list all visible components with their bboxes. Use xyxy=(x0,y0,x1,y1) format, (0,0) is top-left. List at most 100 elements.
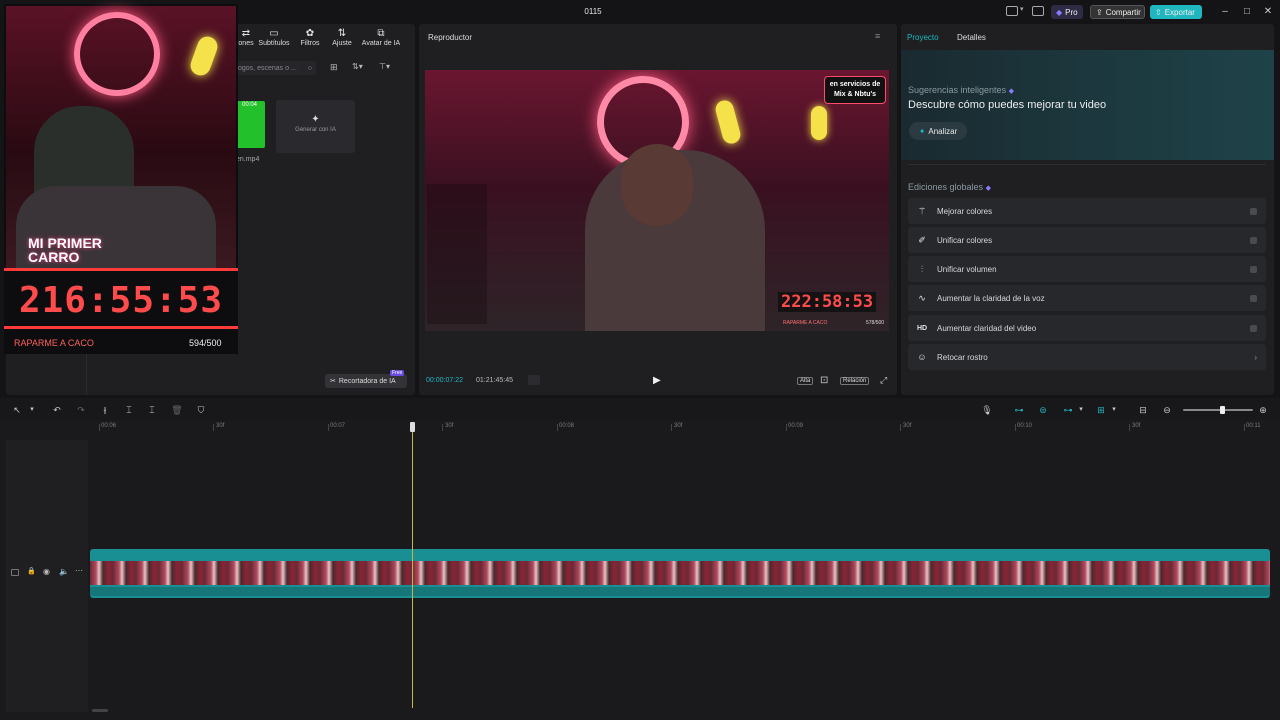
clip-thumbnails xyxy=(90,561,1270,585)
track-header-column xyxy=(6,440,88,712)
fullscreen-icon[interactable]: ⤢ xyxy=(880,375,887,386)
trim-left-icon[interactable]: ⌶ xyxy=(123,404,135,416)
export-button[interactable]: ⇧ Exportar xyxy=(1150,5,1202,19)
layout-icon[interactable] xyxy=(1006,6,1018,16)
generate-ai-card[interactable]: ✦ Generar con IA xyxy=(276,100,355,153)
chevron-down-icon[interactable]: ▾ xyxy=(26,404,38,416)
search-input[interactable]: ogos, escenas o ... ○ xyxy=(234,61,316,75)
volume-bars-icon: ⫶ xyxy=(920,263,924,274)
global-edit-unify-volume[interactable]: ⫶ Unificar volumen xyxy=(908,256,1266,282)
toggle[interactable] xyxy=(1250,207,1257,215)
horizontal-scrollbar[interactable] xyxy=(92,709,108,712)
undo-icon[interactable]: ↶ xyxy=(51,404,63,416)
tab-details[interactable]: Detalles xyxy=(957,33,986,42)
pro-button[interactable]: ◆ Pro xyxy=(1051,5,1083,19)
cursor-icon[interactable]: ↖ xyxy=(11,404,23,416)
ruler-tick xyxy=(786,424,787,431)
preview-axis-icon[interactable]: ⊞ xyxy=(1095,404,1107,416)
ruler-tick xyxy=(442,424,443,431)
chevron-down-icon[interactable]: ▾ xyxy=(1075,404,1087,416)
chevron-down-icon[interactable]: ▾ xyxy=(1020,5,1024,13)
track-cover-icon[interactable] xyxy=(11,569,19,576)
tab-ai-avatar[interactable]: ⧉ Avatar de IA xyxy=(356,28,406,47)
play-icon[interactable]: ▶ xyxy=(653,375,661,386)
menu-icon[interactable]: ≡ xyxy=(875,31,880,41)
tab-project[interactable]: Proyecto xyxy=(907,33,939,42)
timeline-toolbar xyxy=(0,398,1280,420)
magnet-link-icon[interactable]: ⊶ xyxy=(1013,404,1025,416)
lock-icon[interactable]: 🔒 xyxy=(27,567,36,575)
video-neon-banana xyxy=(713,98,743,146)
color-match-icon: ✐ xyxy=(918,234,926,245)
video-goal-label: RAPARME A CACO xyxy=(783,320,828,326)
toggle[interactable] xyxy=(1250,294,1257,302)
quality-button[interactable]: Alta xyxy=(797,377,814,385)
toggle[interactable] xyxy=(1250,236,1257,244)
global-edit-retouch-face[interactable]: ☺ Retocar rostro › xyxy=(908,344,1266,370)
screenshot-icon[interactable]: ⊡ xyxy=(820,375,828,386)
sort-icon[interactable]: ⇅▾ xyxy=(352,62,363,71)
global-edit-voice-clarity[interactable]: ∿ Aumentar la claridad de la voz xyxy=(908,285,1266,311)
toggle[interactable] xyxy=(1250,324,1257,332)
link-clips-icon[interactable]: ⊶ xyxy=(1062,404,1074,416)
global-edit-video-clarity[interactable]: HD Aumentar claridad del video xyxy=(908,315,1266,341)
diamond-icon: ◆ xyxy=(985,185,991,192)
global-edit-unify-colors[interactable]: ✐ Unificar colores xyxy=(908,227,1266,253)
zoom-out-icon[interactable]: ⊖ xyxy=(1161,404,1173,416)
grid-view-icon[interactable]: ⊞ xyxy=(330,62,338,73)
ruler-label: 30f xyxy=(216,423,225,429)
ruler-label: 00:07 xyxy=(330,423,346,429)
chevron-down-icon[interactable]: ▾ xyxy=(1108,404,1120,416)
keyboard-icon[interactable] xyxy=(1032,6,1044,16)
overlay-timer: 216:55:53 xyxy=(18,280,224,321)
shield-icon[interactable]: ⛉ xyxy=(195,404,207,416)
split-icon[interactable]: ⫲ xyxy=(99,404,111,416)
ai-avatar-icon: ⧉ xyxy=(377,28,385,39)
trim-right-icon[interactable]: ⌶ xyxy=(146,404,158,416)
diamond-icon: ◆ xyxy=(1056,7,1063,17)
caption-icon[interactable]: ⊟ xyxy=(1137,404,1149,416)
section-divider xyxy=(908,164,1266,165)
neon-banana xyxy=(187,33,221,79)
overlay-divider xyxy=(4,268,238,271)
ruler-label: 30f xyxy=(445,423,454,429)
analyze-button[interactable]: ✦ Analizar xyxy=(909,122,967,140)
global-edit-enhance-colors[interactable]: ⚚ Mejorar colores xyxy=(908,198,1266,224)
ruler-label: 30f xyxy=(903,423,912,429)
delete-icon[interactable]: 🗑 xyxy=(171,404,183,416)
upload-icon: ⇧ xyxy=(1155,7,1162,17)
auto-snap-icon[interactable]: ⊜ xyxy=(1037,404,1049,416)
clip-duration: 00:04 xyxy=(242,102,258,108)
stream-overlay: MI PRIMER CARRO 216:55:53 RAPARME A CACO… xyxy=(4,4,238,354)
more-icon[interactable]: ⋯ xyxy=(75,566,83,575)
close-icon[interactable]: ✕ xyxy=(1261,5,1275,19)
timeline-view-icon[interactable] xyxy=(528,375,540,385)
maximize-icon[interactable]: □ xyxy=(1240,5,1254,19)
video-timer: 222:58:53 xyxy=(778,292,877,312)
minimize-icon[interactable]: – xyxy=(1218,5,1232,19)
redo-icon[interactable]: ↷ xyxy=(75,404,87,416)
playhead-handle[interactable] xyxy=(410,422,415,432)
current-time: 00:00:07:22 xyxy=(426,377,463,384)
tab-subtitles[interactable]: ▭ Subtítulos xyxy=(254,28,294,47)
playhead[interactable] xyxy=(412,424,413,708)
eye-icon[interactable]: ◉ xyxy=(43,567,50,576)
toggle[interactable] xyxy=(1250,265,1257,273)
zoom-slider[interactable] xyxy=(1183,409,1253,411)
ruler-tick xyxy=(1129,424,1130,431)
promo-sticker: en servicios de Mix & Nbtu's xyxy=(824,76,886,104)
filter-icon[interactable]: ⊤▾ xyxy=(379,62,390,71)
video-preview[interactable]: en servicios de Mix & Nbtu's 222:58:53 R… xyxy=(425,70,889,331)
video-banana-right xyxy=(811,106,827,140)
share-button[interactable]: ⇪ Compartir xyxy=(1090,5,1145,19)
microphone-icon[interactable]: 🎙 xyxy=(981,404,993,416)
media-clip-thumbnail[interactable] xyxy=(236,101,265,148)
ratio-button[interactable]: Relación xyxy=(840,377,870,385)
video-streamer-head xyxy=(621,144,693,226)
zoom-in-icon[interactable]: ⊕ xyxy=(1257,404,1269,416)
ruler-tick xyxy=(328,424,329,431)
ai-cutter-button[interactable]: ✂ Recortadora de IA xyxy=(325,374,407,388)
zoom-slider-thumb[interactable] xyxy=(1220,406,1225,414)
speaker-icon[interactable]: 🔈 xyxy=(59,567,69,576)
project-title: 0115 xyxy=(584,7,602,16)
